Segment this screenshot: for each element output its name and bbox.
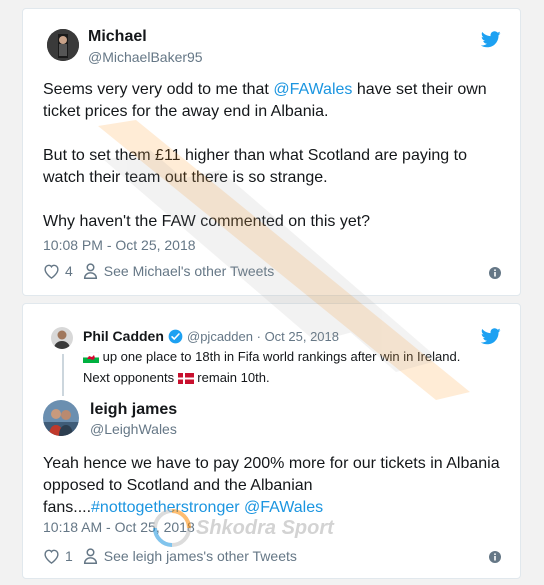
denmark-flag-icon (177, 373, 194, 385)
tweet-text: Yeah hence we have to pay 200% more for … (43, 453, 513, 519)
person-icon (83, 548, 97, 564)
info-icon[interactable] (489, 551, 501, 563)
author-handle[interactable]: @LeighWales (90, 421, 177, 437)
see-other-tweets-link[interactable]: See leigh james's other Tweets (83, 548, 297, 564)
quoted-text: up one place to 18th in Fifa world ranki… (83, 346, 460, 388)
quoted-text-line: up one place to 18th in Fifa world ranki… (99, 349, 461, 364)
tweet-text-line: Yeah hence we have to pay 200% more for … (43, 455, 500, 472)
tweet-text-line: watch their team out there is so strange… (43, 169, 328, 186)
like-button[interactable]: 4 (43, 263, 73, 279)
avatar[interactable] (51, 327, 73, 349)
timestamp[interactable]: 10:18 AM - Oct 25, 2018 (43, 519, 195, 535)
tweet-card-leigh: Phil Cadden @pjcadden · Oct 25, 2018 up … (22, 303, 521, 579)
tweet-actions: 4 See Michael's other Tweets (43, 263, 274, 279)
quoted-author-name[interactable]: Phil Cadden (83, 328, 164, 344)
author-name[interactable]: Michael (88, 28, 147, 46)
tweet-text-line: Seems very very odd to me that (43, 81, 274, 98)
like-button[interactable]: 1 (43, 548, 73, 564)
quoted-date[interactable]: Oct 25, 2018 (265, 329, 339, 344)
thread-connector-line (62, 354, 64, 396)
twitter-bird-icon[interactable] (481, 31, 501, 48)
tweet-text-line: ticket prices for the away end in Albani… (43, 103, 329, 120)
info-icon[interactable] (489, 267, 501, 279)
see-other-tweets-label: See Michael's other Tweets (103, 263, 275, 279)
like-count: 4 (65, 263, 73, 279)
person-icon (83, 263, 97, 279)
quoted-author-handle[interactable]: @pjcadden (187, 329, 253, 344)
tweet-text-line: Why haven't the FAW commented on this ye… (43, 213, 371, 230)
tweet-actions: 1 See leigh james's other Tweets (43, 548, 297, 564)
author-name[interactable]: leigh james (90, 401, 177, 419)
see-other-tweets-link[interactable]: See Michael's other Tweets (83, 263, 275, 279)
author-handle[interactable]: @MichaelBaker95 (88, 49, 203, 65)
avatar[interactable] (43, 400, 79, 436)
timestamp[interactable]: 10:08 PM - Oct 25, 2018 (43, 237, 196, 253)
hashtag-link[interactable]: #nottogetherstronger (91, 499, 240, 516)
quoted-text-line: Next opponents (83, 370, 178, 385)
tweet-text: Seems very very odd to me that @FAWales … (43, 79, 513, 233)
tweet-card-michael: Michael @MichaelBaker95 Seems very very … (22, 8, 521, 296)
mention-link[interactable]: @FAWales (273, 81, 352, 98)
tweet-text-line: fans.... (43, 499, 92, 516)
tweet-text-line: But to set them £11 higher than what Sco… (43, 147, 467, 164)
quoted-meta: @pjcadden · Oct 25, 2018 (187, 329, 339, 344)
see-other-tweets-label: See leigh james's other Tweets (103, 548, 297, 564)
tweet-text-line: have set their own (352, 81, 487, 98)
quoted-text-line: remain 10th. (193, 370, 270, 385)
mention-link[interactable]: @FAWales (244, 499, 323, 516)
verified-badge-icon (168, 329, 183, 344)
heart-icon (44, 549, 59, 564)
twitter-bird-icon[interactable] (481, 328, 501, 345)
like-count: 1 (65, 548, 73, 564)
tweet-text-line: opposed to Scotland and the Albanian (43, 477, 313, 494)
wales-flag-icon (83, 352, 99, 364)
avatar[interactable] (47, 29, 79, 61)
separator-dot: · (256, 329, 261, 344)
heart-icon (44, 264, 59, 279)
